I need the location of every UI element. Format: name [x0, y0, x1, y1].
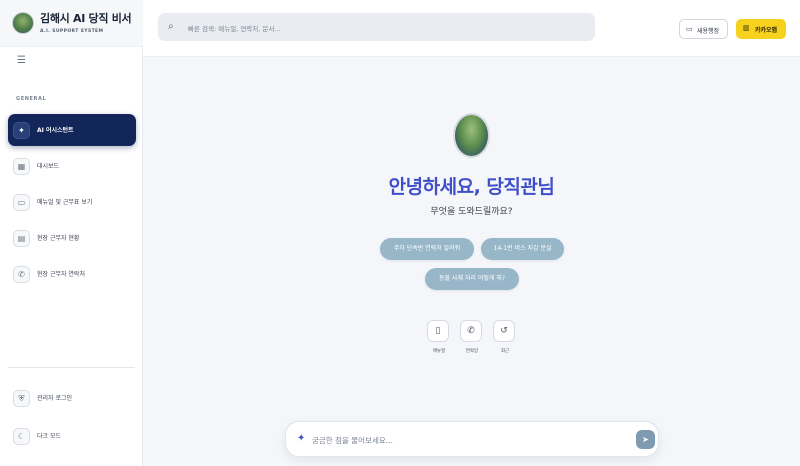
quick-action-contacts[interactable]: ✆ 연락망	[460, 320, 484, 354]
sidebar-item-label: AI 어시스턴트	[37, 127, 74, 134]
greeting-subtitle: 무엇을 도와드릴까요?	[430, 207, 513, 217]
brand-header: 김해시 AI 당직 비서 A.I. SUPPORT SYSTEM	[0, 0, 143, 47]
sidebar-item-label: 현장 근무자 연락처	[37, 271, 85, 278]
monitor-icon: ▭	[686, 25, 693, 33]
sidebar: 김해시 AI 당직 비서 A.I. SUPPORT SYSTEM ☰ GENER…	[0, 0, 143, 466]
sidebar-divider	[8, 367, 135, 368]
app-subtitle: A.I. SUPPORT SYSTEM	[40, 29, 104, 34]
phone-icon: ✆	[13, 266, 30, 283]
section-label-general: GENERAL	[16, 96, 47, 102]
map-icon: ▥	[743, 24, 750, 32]
new-admin-button-label: 새용행정	[697, 28, 720, 35]
history-icon: ↺	[493, 320, 515, 342]
sidebar-item-label: 관리자 로그인	[37, 395, 73, 402]
quick-action-label: 연락망	[465, 349, 479, 354]
moon-icon: ☾	[13, 428, 30, 445]
top-bar: ⌕ 빠른 검색: 매뉴얼, 연락처, 문서... ▭ 새용행정 ▥ 카카오맵	[143, 0, 800, 57]
search-placeholder: 빠른 검색: 매뉴얼, 연락처, 문서...	[188, 25, 281, 33]
sidebar-item-admin-login[interactable]: ⛨ 관리자 로그인	[8, 382, 136, 414]
sidebar-item-field-status[interactable]: ▤ 현장 근무자 현황	[8, 222, 136, 254]
sidebar-item-label: 매뉴얼 및 근무표 보기	[37, 199, 93, 206]
quick-action-manual[interactable]: ▯ 매뉴얼	[427, 320, 451, 354]
clipboard-icon: ▤	[13, 230, 30, 247]
chat-input-placeholder: 궁금한 점을 물어보세요...	[312, 436, 393, 445]
search-input[interactable]: ⌕ 빠른 검색: 매뉴얼, 연락처, 문서...	[158, 13, 595, 41]
suggestion-chip[interactable]: 14-1번 버스 지갑 분실	[481, 238, 564, 260]
sidebar-item-label: 대시보드	[37, 163, 60, 170]
quick-action-recent[interactable]: ↺ 최근	[493, 320, 517, 354]
sidebar-item-field-contacts[interactable]: ✆ 현장 근무자 연락처	[8, 258, 136, 290]
suggestion-chip[interactable]: 동물 사체 처리 어떻게 해?	[425, 268, 519, 290]
sidebar-item-ai-assistant[interactable]: ✦ AI 어시스턴트	[8, 114, 136, 146]
hero-logo	[453, 113, 490, 158]
quick-action-label: 최근	[500, 349, 510, 354]
phone-icon: ✆	[460, 320, 482, 342]
quick-action-label: 매뉴얼	[432, 349, 446, 354]
sidebar-item-dashboard[interactable]: ▦ 대시보드	[8, 150, 136, 182]
menu-icon[interactable]: ☰	[17, 56, 27, 66]
chat-input[interactable]: ✦ 궁금한 점을 물어보세요... ➤	[285, 421, 659, 457]
search-icon: ⌕	[168, 21, 174, 32]
sidebar-item-label: 다크 모드	[37, 433, 61, 440]
app-title: 김해시 AI 당직 비서	[40, 12, 132, 25]
book-icon: ▭	[13, 194, 30, 211]
send-button[interactable]: ➤	[636, 430, 655, 449]
new-admin-button[interactable]: ▭ 새용행정	[679, 19, 728, 39]
main-content: 안녕하세요, 당직관님 무엇을 도와드릴까요? 주차 단속반 연락처 알려줘 1…	[143, 58, 800, 466]
suggestion-chip[interactable]: 주차 단속반 연락처 알려줘	[380, 238, 474, 260]
sidebar-item-manual[interactable]: ▭ 매뉴얼 및 근무표 보기	[8, 186, 136, 218]
greeting-title: 안녕하세요, 당직관님	[388, 176, 555, 198]
app-logo	[12, 12, 34, 34]
book-icon: ▯	[427, 320, 449, 342]
kakao-map-button[interactable]: ▥ 카카오맵	[736, 19, 786, 39]
sparkle-icon: ✦	[13, 122, 30, 139]
sidebar-item-label: 현장 근무자 현황	[37, 235, 80, 242]
sparkle-icon: ✦	[297, 433, 306, 444]
dashboard-icon: ▦	[13, 158, 30, 175]
sidebar-item-dark-mode[interactable]: ☾ 다크 모드	[8, 420, 136, 452]
shield-icon: ⛨	[13, 390, 30, 407]
kakao-map-button-label: 카카오맵	[755, 27, 778, 34]
